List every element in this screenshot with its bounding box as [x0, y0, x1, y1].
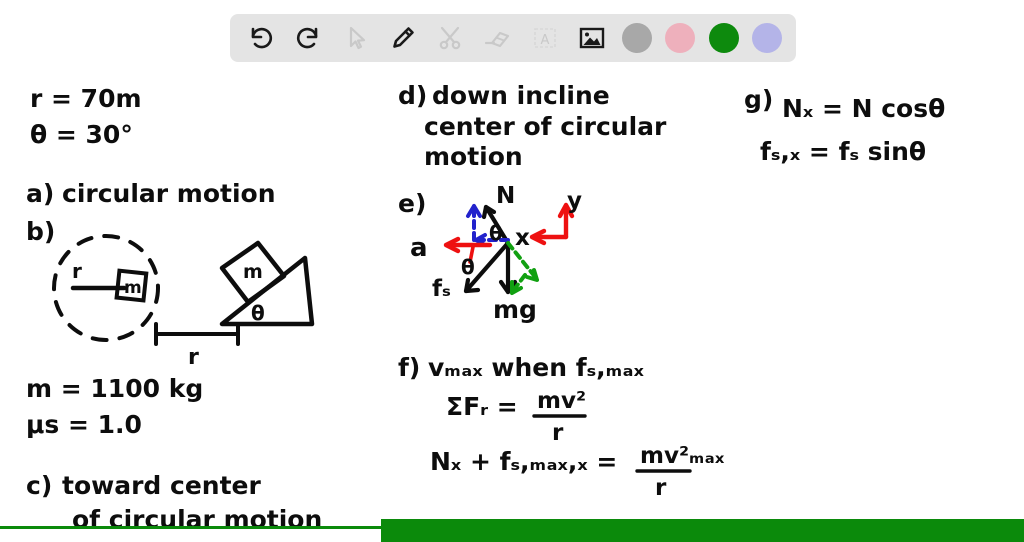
- green-status-bar: [381, 519, 1024, 542]
- given-mass: m = 1100 kg: [26, 374, 203, 403]
- given-friction: μs = 1.0: [26, 410, 142, 439]
- given-radius: r = 70m: [30, 84, 142, 113]
- part-b-incline-diagram: m θ r: [154, 240, 315, 370]
- part-d-line1: down incline: [432, 81, 610, 110]
- fbd-angle-lower-label: θ: [461, 255, 475, 279]
- part-a-text: circular motion: [62, 179, 276, 208]
- part-f-equation-2: Nₓ + fₛ,ₘₐₓ,ₓ = mv²ₘₐₓ r: [430, 443, 725, 501]
- part-b-label: b): [26, 217, 55, 246]
- handwriting-canvas[interactable]: r = 70m θ = 30° a) circular motion b) m …: [0, 0, 1024, 542]
- part-f-eq1-left: ΣFᵣ =: [446, 392, 518, 421]
- given-angle: θ = 30°: [30, 120, 133, 149]
- part-b-circle-diagram: m r: [52, 234, 160, 342]
- part-a-label: a): [26, 179, 54, 208]
- part-f-eq2-denominator: r: [655, 475, 667, 501]
- part-f-eq2-numerator: mv²ₘₐₓ: [640, 443, 725, 469]
- part-g-eq-blue: Nₓ = N cosθ: [782, 94, 945, 123]
- part-f-eq1-numerator: mv²: [537, 388, 586, 414]
- fbd-axis-x-label: x: [515, 225, 530, 251]
- part-b-radius-label: r: [72, 259, 82, 283]
- part-d-label: d): [398, 81, 427, 110]
- part-c-line2: of circular motion: [72, 505, 322, 534]
- part-f-line1: vₘₐₓ when fₛ,ₘₐₓ: [428, 353, 645, 382]
- fbd-acceleration-label: a: [410, 233, 428, 263]
- part-g-eq-red: fₛ,ₓ = fₛ sinθ: [760, 137, 926, 166]
- fbd-axis-y-label: y: [567, 188, 582, 214]
- part-f-eq2-left: Nₓ + fₛ,ₘₐₓ,ₓ =: [430, 447, 617, 476]
- part-b-block-label: m: [124, 278, 142, 298]
- part-b-angle-label: θ: [251, 301, 265, 325]
- part-f-equation-1: ΣFᵣ = mv² r: [446, 388, 587, 446]
- fbd-angle-upper-label: θ: [489, 221, 503, 245]
- part-f-label: f): [398, 353, 420, 382]
- part-d-line2: center of circular: [424, 112, 667, 141]
- part-f-eq1-denominator: r: [552, 420, 564, 446]
- part-e-free-body-diagram: N fₛ mg θ a θ x y: [410, 183, 582, 324]
- part-b-incline-block-label: m: [243, 261, 263, 283]
- fbd-weight-label: mg: [493, 295, 537, 324]
- part-c-line1: toward center: [62, 471, 261, 500]
- part-c-label: c): [26, 471, 52, 500]
- fbd-friction-label: fₛ: [432, 276, 451, 302]
- fbd-normal-label: N: [496, 183, 515, 209]
- part-g-label: g): [744, 85, 773, 114]
- part-b-dimension-label: r: [188, 345, 199, 370]
- part-e-label: e): [398, 189, 426, 218]
- part-d-line3: motion: [424, 142, 523, 171]
